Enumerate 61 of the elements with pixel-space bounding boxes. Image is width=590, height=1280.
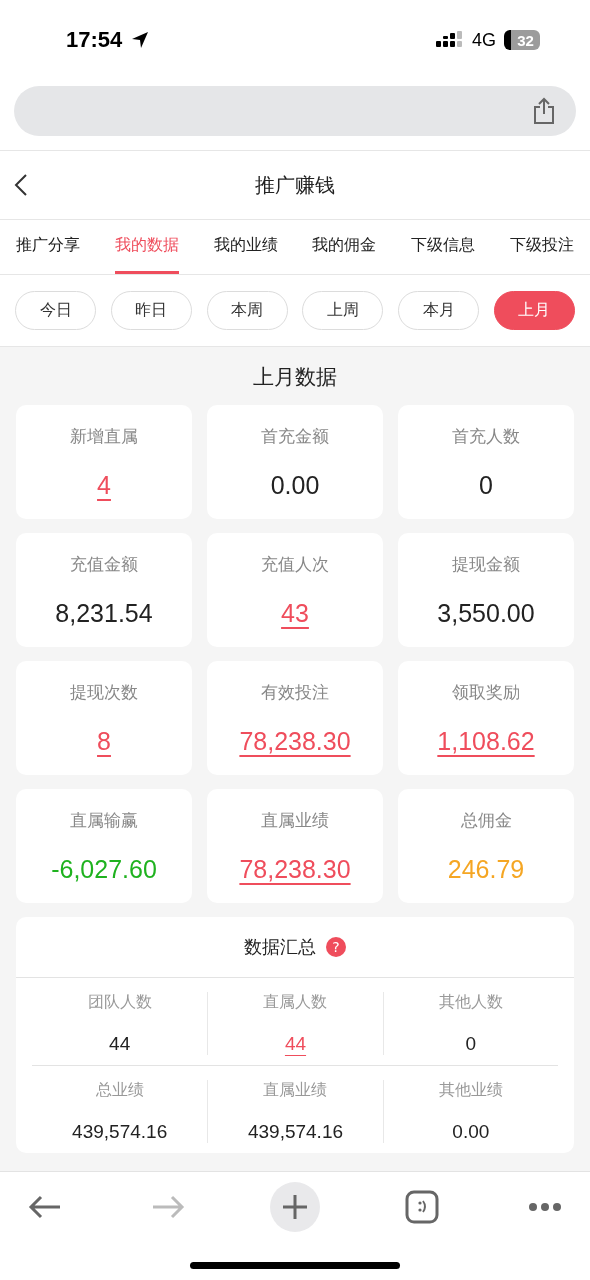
summary-label: 团队人数 bbox=[87, 992, 152, 1013]
stat-value: 3,550.00 bbox=[437, 598, 535, 628]
summary-value: 0 bbox=[465, 1033, 477, 1055]
stat-value: 8,231.54 bbox=[55, 598, 153, 628]
clock-time: 17:54 bbox=[66, 27, 123, 53]
summary-value: 439,574.16 bbox=[72, 1121, 168, 1143]
summary-label: 直属业绩 bbox=[263, 1080, 328, 1101]
period-chip[interactable]: 本周 bbox=[206, 291, 288, 330]
stat-label: 领取奖励 bbox=[452, 680, 520, 704]
stat-label: 提现金额 bbox=[452, 552, 520, 576]
section-title: 上月数据 bbox=[253, 365, 337, 389]
tab[interactable]: 下级信息 bbox=[411, 220, 476, 274]
summary-label: 总业绩 bbox=[95, 1080, 144, 1101]
page-title: 推广赚钱 bbox=[255, 171, 335, 199]
tab[interactable]: 推广分享 bbox=[16, 220, 80, 274]
stat-label: 充值金额 bbox=[70, 552, 138, 576]
stat-label: 新增直属 bbox=[70, 424, 138, 448]
new-tab-button[interactable] bbox=[270, 1182, 320, 1232]
stat-value: 0 bbox=[479, 470, 493, 500]
plus-icon bbox=[282, 1194, 308, 1220]
tab[interactable]: 我的数据 bbox=[114, 220, 179, 274]
stat-value[interactable]: 43 bbox=[281, 598, 309, 628]
stat-value[interactable]: 8 bbox=[97, 726, 111, 756]
stat-value[interactable]: 4 bbox=[97, 470, 111, 500]
stat-label: 直属输赢 bbox=[70, 808, 138, 832]
tab[interactable]: 我的佣金 bbox=[312, 220, 377, 274]
period-chip[interactable]: 上周 bbox=[302, 291, 384, 330]
summary-label: 其他人数 bbox=[438, 992, 503, 1013]
stat-label: 提现次数 bbox=[70, 680, 138, 704]
summary-label: 其他业绩 bbox=[438, 1080, 503, 1101]
stat-value[interactable]: 78,238.30 bbox=[239, 854, 351, 884]
chevron-left-icon bbox=[14, 173, 28, 197]
stat-label: 充值人次 bbox=[261, 552, 329, 576]
stat-value[interactable]: 1,108.62 bbox=[437, 726, 535, 756]
stat-value: 0.00 bbox=[270, 470, 320, 500]
summary-value: 439,574.16 bbox=[247, 1121, 344, 1143]
stat-label: 有效投注 bbox=[261, 680, 329, 704]
summary-value: 0.00 bbox=[452, 1121, 490, 1143]
stat-label: 总佣金 bbox=[460, 808, 512, 832]
stat-label: 首充金额 bbox=[261, 424, 329, 448]
share-icon[interactable] bbox=[532, 97, 556, 125]
summary-value: 44 bbox=[109, 1033, 131, 1055]
summary-label: 直属人数 bbox=[263, 992, 328, 1013]
period-chip[interactable]: 昨日 bbox=[110, 291, 192, 330]
stat-value[interactable]: 78,238.30 bbox=[239, 726, 351, 756]
summary-value[interactable]: 44 bbox=[284, 1033, 307, 1055]
stat-value: -6,027.60 bbox=[51, 854, 157, 884]
period-chip[interactable]: 今日 bbox=[15, 291, 96, 330]
period-chip[interactable]: 上月 bbox=[494, 291, 575, 330]
battery-indicator: 32 bbox=[504, 30, 540, 50]
tab[interactable]: 我的业绩 bbox=[213, 220, 278, 274]
help-icon[interactable]: ? bbox=[326, 937, 346, 957]
summary-title: 数据汇总 bbox=[244, 935, 316, 959]
network-label: 4G bbox=[472, 29, 496, 51]
stat-label: 直属业绩 bbox=[261, 808, 329, 832]
signal-icon bbox=[436, 31, 464, 49]
location-arrow-icon bbox=[130, 30, 151, 50]
stat-label: 首充人数 bbox=[452, 424, 520, 448]
stat-value: 246.79 bbox=[447, 854, 525, 884]
period-chip[interactable]: 本月 bbox=[398, 291, 480, 330]
tab[interactable]: 下级投注 bbox=[510, 220, 574, 274]
